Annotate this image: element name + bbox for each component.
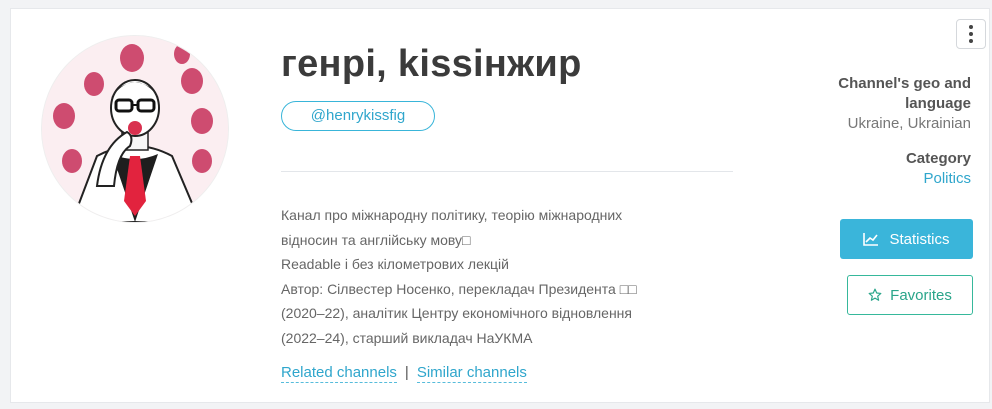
more-vertical-icon-dot <box>969 39 973 43</box>
description-line: відносин та англійську мову□ <box>281 231 471 248</box>
category-label: Category <box>905 150 971 167</box>
channel-title: генрі, kissінжир <box>281 43 582 85</box>
favorites-button[interactable]: Favorites <box>847 275 973 315</box>
statistics-label: Statistics <box>889 230 950 248</box>
category-block: Category Politics <box>801 149 971 189</box>
star-icon <box>868 288 882 301</box>
geo-language-label: Channel's geo and language <box>838 75 971 112</box>
channel-links: Related channels | Similar channels <box>281 364 527 383</box>
description-line: (2022–24), старший викладач НаУКМА <box>281 329 533 346</box>
channel-handle[interactable]: @henrykissfig <box>281 101 435 131</box>
channel-avatar <box>41 35 229 223</box>
favorites-label: Favorites <box>890 286 952 304</box>
links-separator: | <box>404 364 409 381</box>
description-line: Readable і без кілометрових лекцій <box>281 256 509 272</box>
similar-channels-link[interactable]: Similar channels <box>416 364 527 383</box>
more-vertical-icon <box>969 25 973 29</box>
description-line: Канал про міжнародну політику, теорію мі… <box>281 207 623 223</box>
more-vertical-icon-dot <box>969 32 973 36</box>
chart-icon <box>863 233 879 246</box>
statistics-button[interactable]: Statistics <box>840 219 973 259</box>
geo-language-block: Channel's geo and language Ukraine, Ukra… <box>801 74 971 134</box>
divider <box>281 171 733 172</box>
related-channels-link[interactable]: Related channels <box>281 364 397 383</box>
geo-language-value: Ukraine, Ukrainian <box>847 115 971 132</box>
category-link[interactable]: Politics <box>801 169 971 189</box>
description-line: Автор: Сілвестер Носенко, перекладач Пре… <box>281 280 637 297</box>
channel-description: Канал про міжнародну політику, теорію мі… <box>281 203 701 350</box>
channel-card: генрі, kissінжир @henrykissfig Канал про… <box>10 8 990 403</box>
avatar-illustration <box>42 36 228 222</box>
description-line: (2020–22), аналітик Центру економічного … <box>281 305 632 321</box>
more-options-button[interactable] <box>956 19 986 49</box>
